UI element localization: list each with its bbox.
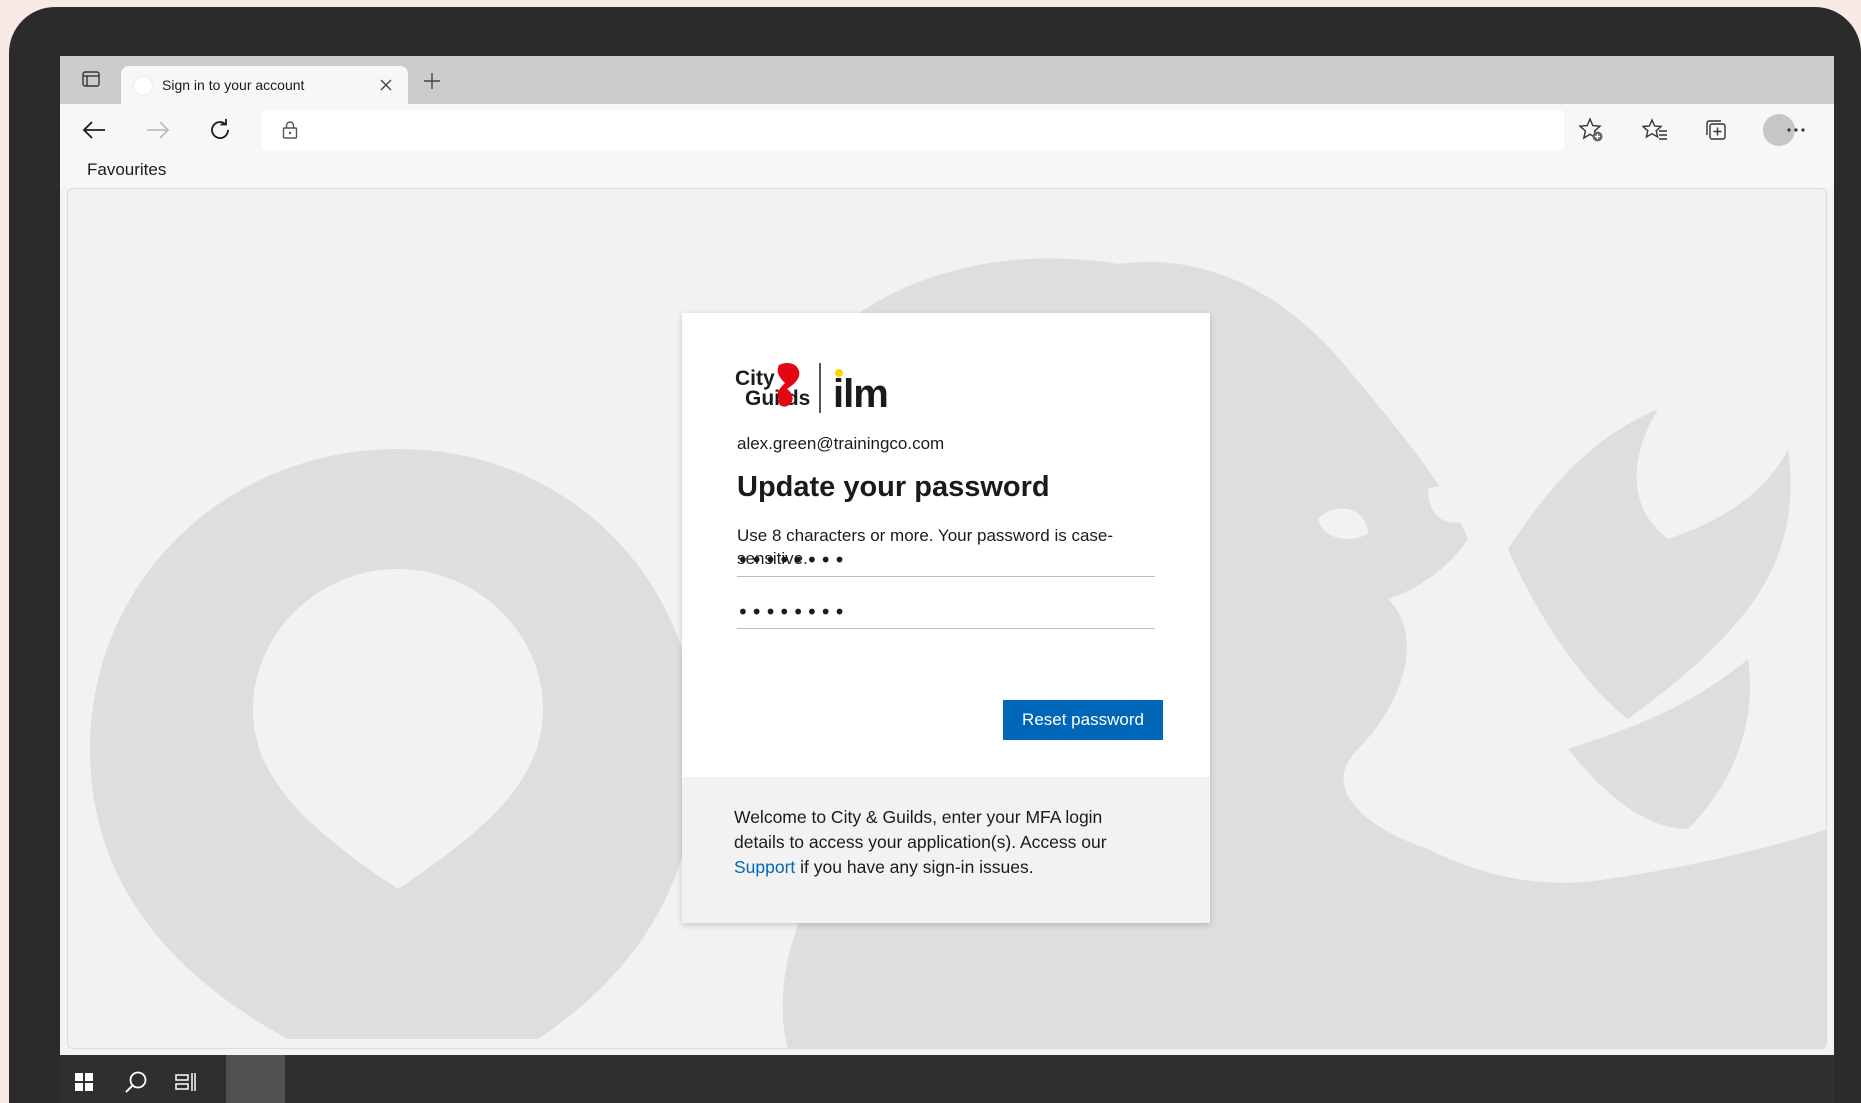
tab-actions-icon[interactable] xyxy=(80,69,102,89)
windows-taskbar xyxy=(60,1055,1834,1103)
plus-icon[interactable] xyxy=(420,69,444,93)
tab-title: Sign in to your account xyxy=(162,77,305,93)
lock-icon xyxy=(280,120,300,140)
signin-card: City Guilds ilm alex.green@trainingco.co… xyxy=(682,313,1210,923)
windows-start-icon[interactable] xyxy=(68,1066,100,1098)
favourites-bar: Favourites xyxy=(60,156,1834,188)
city-guilds-ilm-logo: City Guilds ilm xyxy=(735,363,889,416)
screen: Sign in to your account Favourites City … xyxy=(60,56,1834,1103)
support-link[interactable]: Support xyxy=(734,857,795,877)
logo-guilds-text: Guilds xyxy=(745,387,810,410)
footer-text-before: Welcome to City & Guilds, enter your MFA… xyxy=(734,807,1107,852)
reset-password-button[interactable]: Reset password xyxy=(1003,700,1163,740)
favourites-icon[interactable] xyxy=(1639,114,1671,146)
laptop-frame: Sign in to your account Favourites City … xyxy=(9,7,1861,1103)
footer-message: Welcome to City & Guilds, enter your MFA… xyxy=(734,805,1154,880)
confirm-password-field[interactable] xyxy=(737,595,1155,629)
card-footer: Welcome to City & Guilds, enter your MFA… xyxy=(682,777,1210,923)
collections-icon[interactable] xyxy=(1700,114,1732,146)
forward-arrow-icon[interactable] xyxy=(142,114,174,146)
task-view-icon[interactable] xyxy=(170,1066,202,1098)
refresh-icon[interactable] xyxy=(204,114,236,146)
browser-toolbar xyxy=(60,104,1834,156)
star-add-icon[interactable] xyxy=(1575,114,1607,146)
address-bar[interactable] xyxy=(262,110,1564,150)
back-arrow-icon[interactable] xyxy=(78,114,110,146)
favourites-label[interactable]: Favourites xyxy=(87,160,166,180)
page-title: Update your password xyxy=(737,471,1050,503)
logo-ilm-text: ilm xyxy=(833,372,888,416)
taskbar-browser-app[interactable] xyxy=(226,1055,285,1103)
browser-tab[interactable]: Sign in to your account xyxy=(121,66,408,104)
close-icon[interactable] xyxy=(376,75,396,95)
favicon-icon xyxy=(133,76,153,96)
page-viewport: City Guilds ilm alex.green@trainingco.co… xyxy=(67,188,1827,1049)
new-password-field[interactable] xyxy=(737,543,1155,577)
search-icon[interactable] xyxy=(120,1066,152,1098)
footer-text-after: if you have any sign-in issues. xyxy=(800,857,1034,877)
more-icon[interactable] xyxy=(1780,114,1812,146)
account-identity: alex.green@trainingco.com xyxy=(737,434,945,453)
tab-strip: Sign in to your account xyxy=(60,56,1834,104)
